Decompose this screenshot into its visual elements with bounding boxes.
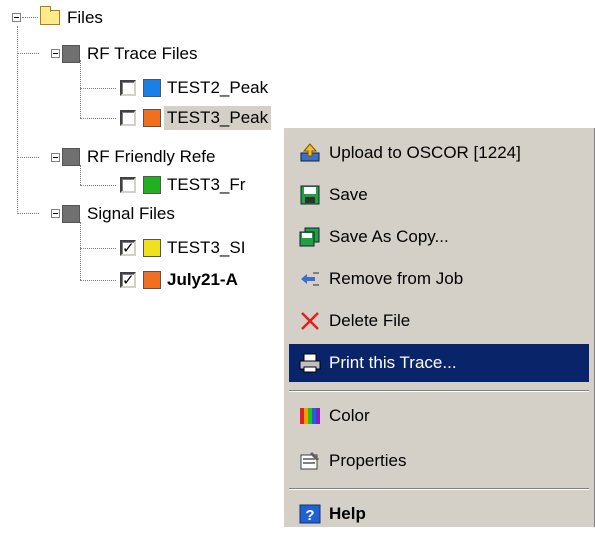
tree-line: [80, 60, 81, 118]
item-label: TEST3_SI: [167, 238, 246, 257]
menu-separator: [289, 488, 589, 490]
tree-group-rf-trace[interactable]: RF Trace Files: [84, 37, 201, 71]
menu-item-properties[interactable]: Properties: [289, 442, 589, 480]
tree-line: [80, 118, 116, 119]
menu-item-label: Save: [329, 185, 368, 204]
tree-line: [17, 26, 18, 214]
signal-group-icon: [62, 205, 80, 223]
menu-item-delete[interactable]: Delete File: [289, 302, 589, 340]
save-copy-icon: [299, 227, 320, 247]
signal-icon: [143, 271, 161, 289]
rf-trace-icon: [143, 176, 161, 194]
tree-item[interactable]: TEST2_Peak: [164, 71, 271, 105]
item-checkbox[interactable]: [120, 80, 136, 96]
menu-item-label: Help: [329, 504, 366, 523]
folder-icon: [40, 6, 60, 25]
item-checkbox[interactable]: [120, 110, 136, 126]
tree-root[interactable]: Files: [64, 1, 106, 35]
menu-item-print[interactable]: Print this Trace...: [289, 344, 589, 382]
menu-item-help[interactable]: ? Help: [289, 495, 589, 533]
print-icon: [299, 353, 321, 373]
tree-root-label: Files: [67, 8, 103, 27]
menu-item-label: Delete File: [329, 311, 411, 330]
menu-item-label: Print this Trace...: [329, 353, 457, 372]
tree-line: [22, 17, 38, 18]
tree-line: [80, 280, 116, 281]
rf-friendly-group-icon: [62, 148, 80, 166]
item-label: TEST3_Peak: [164, 106, 272, 130]
item-checkbox-checked[interactable]: ✓: [120, 240, 136, 257]
menu-item-remove[interactable]: Remove from Job: [289, 260, 589, 298]
menu-item-label: Properties: [329, 451, 407, 470]
context-menu: Upload to OSCOR [1224] Save Save As Copy…: [282, 126, 595, 527]
tree-item[interactable]: TEST3_SI: [164, 231, 248, 265]
item-label: July21-A: [167, 270, 238, 289]
rf-trace-icon: [143, 79, 161, 97]
help-icon: ?: [299, 504, 321, 524]
svg-text:?: ?: [305, 507, 314, 524]
color-icon: [300, 408, 320, 424]
tree-line: [80, 248, 116, 249]
group-collapse-toggle[interactable]: [51, 153, 60, 162]
root-collapse-toggle[interactable]: [12, 13, 21, 22]
group-label: RF Friendly Refe: [87, 147, 216, 166]
menu-separator: [289, 390, 589, 392]
rf-trace-icon: [143, 109, 161, 127]
menu-item-label: Remove from Job: [329, 269, 464, 288]
tree-line: [17, 157, 39, 158]
item-label: TEST3_Fr: [167, 175, 246, 194]
menu-item-label: Upload to OSCOR [1224]: [329, 143, 521, 162]
group-collapse-toggle[interactable]: [51, 209, 60, 218]
tree-line: [17, 213, 39, 214]
group-label: RF Trace Files: [87, 44, 198, 63]
tree-group-signal[interactable]: Signal Files: [84, 197, 178, 231]
item-checkbox-checked[interactable]: ✓: [120, 272, 136, 289]
tree-item-selected[interactable]: TEST3_Peak: [164, 101, 272, 135]
save-icon: [300, 185, 320, 205]
tree-line: [80, 222, 81, 280]
delete-icon: [301, 312, 319, 330]
properties-icon: [300, 452, 319, 470]
upload-icon: [300, 143, 320, 162]
menu-item-save[interactable]: Save: [289, 176, 589, 214]
menu-item-label: Save As Copy...: [329, 227, 449, 246]
tree-item[interactable]: July21-A: [164, 263, 241, 297]
remove-icon: [301, 272, 319, 286]
menu-item-upload[interactable]: Upload to OSCOR [1224]: [289, 134, 589, 172]
tree-line: [80, 185, 116, 186]
menu-item-color[interactable]: Color: [289, 397, 589, 435]
rf-trace-group-icon: [62, 45, 80, 63]
item-checkbox[interactable]: [120, 177, 136, 193]
signal-icon: [143, 239, 161, 257]
menu-item-save-copy[interactable]: Save As Copy...: [289, 218, 589, 256]
group-collapse-toggle[interactable]: [51, 49, 60, 58]
group-label: Signal Files: [87, 204, 175, 223]
tree-line: [17, 53, 39, 54]
item-label: TEST2_Peak: [167, 78, 269, 97]
menu-item-label: Color: [329, 406, 370, 425]
tree-line: [80, 165, 81, 185]
tree-line: [80, 88, 116, 89]
